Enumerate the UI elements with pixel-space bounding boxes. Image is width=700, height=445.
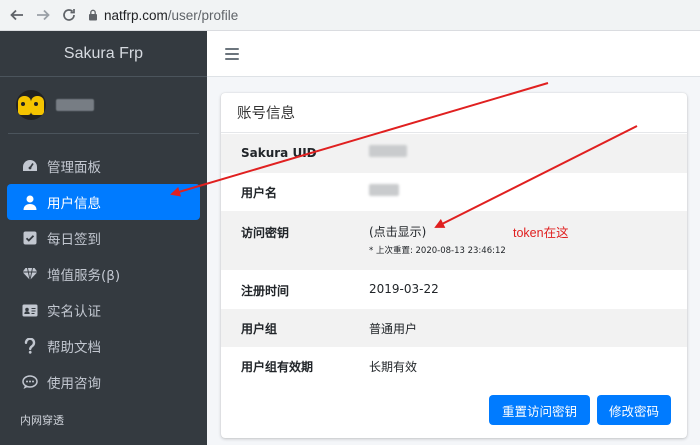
sidebar-section-header: 内网穿透: [20, 414, 64, 427]
account-info-card: 账号信息 Sakura UID 用户名 访问密钥 (点击显示) * 上次重置: …: [221, 93, 687, 438]
forward-button[interactable]: [30, 2, 56, 28]
sidebar-item-label: 用户信息: [47, 196, 101, 212]
sidebar-item-label: 使用咨询: [47, 376, 101, 392]
back-button[interactable]: [4, 2, 30, 28]
top-navbar: [207, 31, 700, 77]
change-password-button[interactable]: 修改密码: [597, 395, 671, 425]
user-name-redacted: [56, 99, 94, 111]
reset-access-key-button[interactable]: 重置访问密钥: [489, 395, 590, 425]
brand-title[interactable]: Sakura Frp: [0, 31, 207, 77]
row-value: 2019-03-22: [369, 282, 439, 296]
card-title: 账号信息: [221, 93, 687, 133]
sidebar-item-label: 帮助文档: [47, 340, 101, 356]
main-content: 账号信息 Sakura UID 用户名 访问密钥 (点击显示) * 上次重置: …: [207, 31, 700, 445]
comment-icon: [21, 374, 39, 390]
sidebar-item-user-info[interactable]: 用户信息: [7, 184, 200, 220]
row-label: Sakura UID: [241, 146, 317, 160]
annotation-text: token在这: [513, 226, 569, 240]
sidebar-item-help-docs[interactable]: 帮助文档: [7, 328, 200, 364]
diamond-icon: [21, 266, 39, 282]
sidebar-item-daily-checkin[interactable]: 每日签到: [7, 220, 200, 256]
url-text: natfrp.com/user/profile: [104, 7, 239, 23]
username-value-redacted: [369, 184, 399, 199]
row-label: 用户组: [241, 322, 278, 336]
row-label: 访问密钥: [241, 226, 290, 240]
sidebar-item-vip-services[interactable]: 增值服务(β): [7, 256, 200, 292]
menu-toggle-icon[interactable]: [225, 47, 239, 60]
avatar: [16, 90, 46, 120]
row-label: 用户名: [241, 186, 278, 200]
user-panel[interactable]: [8, 77, 199, 134]
sidebar-nav: 管理面板 用户信息 每日签到 增值服务(β) 实名认证 帮助文档 使用咨询 内网…: [0, 134, 207, 430]
row-value: 长期有效: [369, 360, 418, 374]
uid-value-redacted: [369, 145, 407, 160]
question-icon: [21, 338, 39, 354]
row-label: 用户组有效期: [241, 360, 314, 374]
sidebar-item-real-name[interactable]: 实名认证: [7, 292, 200, 328]
id-card-icon: [21, 302, 39, 318]
sidebar-item-label: 实名认证: [47, 304, 101, 320]
table-row: Sakura UID: [221, 134, 687, 173]
table-row: 用户组 普通用户: [221, 309, 687, 347]
sidebar: Sakura Frp 管理面板 用户信息 每日签到 增值服务(β) 实名认证 帮…: [0, 31, 207, 445]
sidebar-item-consulting[interactable]: 使用咨询: [7, 364, 200, 400]
sidebar-item-label: 每日签到: [47, 232, 101, 248]
reload-icon: [63, 9, 75, 21]
browser-toolbar: natfrp.com/user/profile: [0, 0, 700, 31]
dashboard-icon: [21, 158, 39, 174]
table-row: 用户组有效期 长期有效: [221, 347, 687, 385]
table-row: 用户名: [221, 173, 687, 211]
row-value: 普通用户: [369, 322, 418, 336]
user-icon: [21, 194, 39, 210]
address-bar[interactable]: natfrp.com/user/profile: [88, 3, 238, 27]
checkbox-icon: [21, 230, 39, 246]
table-row: 注册时间 2019-03-22: [221, 270, 687, 309]
arrow-left-icon: [10, 9, 23, 21]
arrow-right-icon: [37, 9, 50, 21]
row-label: 注册时间: [241, 284, 290, 298]
table-row: 访问密钥 (点击显示) * 上次重置: 2020-08-13 23:46:12: [221, 211, 687, 270]
sidebar-item-label: 管理面板: [47, 160, 101, 176]
reload-button[interactable]: [56, 2, 82, 28]
lock-icon: [89, 9, 97, 21]
sidebar-item-label: 增值服务(β): [47, 268, 121, 284]
sidebar-item-dashboard[interactable]: 管理面板: [7, 148, 200, 184]
show-access-key-link[interactable]: (点击显示): [369, 223, 426, 240]
key-reset-note: * 上次重置: 2020-08-13 23:46:12: [369, 246, 506, 256]
